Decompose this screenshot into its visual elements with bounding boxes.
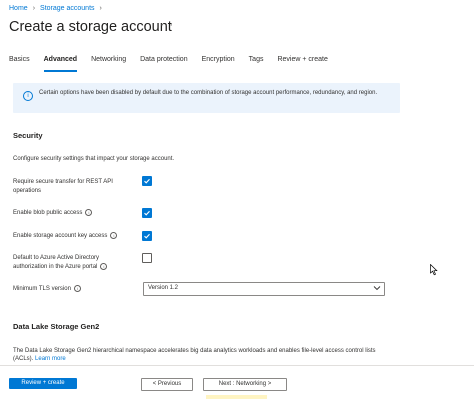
secure-transfer-checkbox[interactable]	[142, 176, 152, 186]
learn-more-link[interactable]: Learn more	[35, 356, 66, 362]
help-icon[interactable]: i	[100, 262, 108, 270]
key-access-label: Enable storage account key access i	[13, 232, 138, 241]
checkmark-icon	[144, 233, 150, 239]
aad-default-label-text: Default to Azure Active Directory author…	[13, 255, 100, 270]
help-icon[interactable]: i	[73, 285, 81, 292]
cursor-icon	[430, 264, 438, 276]
checkmark-icon	[144, 178, 150, 184]
info-icon: i	[23, 91, 33, 101]
tab-encryption[interactable]: Encryption	[202, 56, 235, 68]
blob-public-access-checkbox[interactable]	[142, 208, 152, 218]
chevron-right-icon: ›	[99, 5, 102, 12]
tab-data-protection[interactable]: Data protection	[140, 56, 187, 68]
secure-transfer-label-text: Require secure transfer for REST API ope…	[13, 179, 113, 194]
aad-default-label: Default to Azure Active Directory author…	[13, 254, 125, 271]
info-banner: i Certain options have been disabled by …	[13, 83, 400, 113]
breadcrumb-home-link[interactable]: Home	[9, 5, 28, 12]
page-title: Create a storage account	[9, 19, 172, 35]
tab-tags[interactable]: Tags	[249, 56, 264, 68]
key-access-label-text: Enable storage account key access	[13, 233, 108, 240]
data-lake-description-text: The Data Lake Storage Gen2 hierarchical …	[13, 348, 376, 362]
tls-version-select[interactable]: Version 1.2	[143, 282, 385, 296]
data-lake-section-title: Data Lake Storage Gen2	[13, 322, 100, 331]
tls-version-value: Version 1.2	[148, 285, 179, 291]
checkmark-icon	[144, 210, 150, 216]
more-options-icon[interactable]: ···	[160, 19, 174, 31]
previous-button[interactable]: < Previous	[141, 378, 193, 391]
breadcrumb-storage-accounts-link[interactable]: Storage accounts	[40, 5, 94, 12]
info-text: Certain options have been disabled by de…	[39, 90, 378, 96]
footer-divider	[0, 365, 474, 366]
aad-default-checkbox[interactable]	[142, 253, 152, 263]
tab-basics[interactable]: Basics	[9, 56, 30, 68]
help-icon[interactable]: i	[85, 209, 93, 216]
data-lake-description: The Data Lake Storage Gen2 hierarchical …	[13, 347, 393, 363]
help-icon[interactable]: i	[110, 232, 118, 239]
next-networking-button[interactable]: Next : Networking >	[203, 378, 287, 391]
tab-advanced[interactable]: Advanced	[43, 56, 78, 72]
tab-bar: Basics Advanced Networking Data protecti…	[9, 56, 342, 72]
blob-public-access-label: Enable blob public access i	[13, 209, 128, 218]
review-create-button[interactable]: Review + create	[9, 378, 77, 389]
breadcrumb: Home › Storage accounts ›	[9, 5, 107, 12]
tab-networking[interactable]: Networking	[91, 56, 126, 68]
key-access-checkbox[interactable]	[142, 231, 152, 241]
tls-version-label: Minimum TLS version i	[13, 285, 128, 294]
security-section-title: Security	[13, 131, 43, 140]
security-description: Configure security settings that impact …	[13, 156, 175, 162]
chevron-down-icon	[373, 286, 381, 291]
highlight-mark	[206, 395, 267, 399]
tab-review-create[interactable]: Review + create	[277, 56, 327, 68]
blob-public-access-label-text: Enable blob public access	[13, 210, 83, 217]
tls-version-label-text: Minimum TLS version	[13, 286, 71, 293]
chevron-right-icon: ›	[32, 5, 36, 12]
secure-transfer-label: Require secure transfer for REST API ope…	[13, 178, 128, 195]
